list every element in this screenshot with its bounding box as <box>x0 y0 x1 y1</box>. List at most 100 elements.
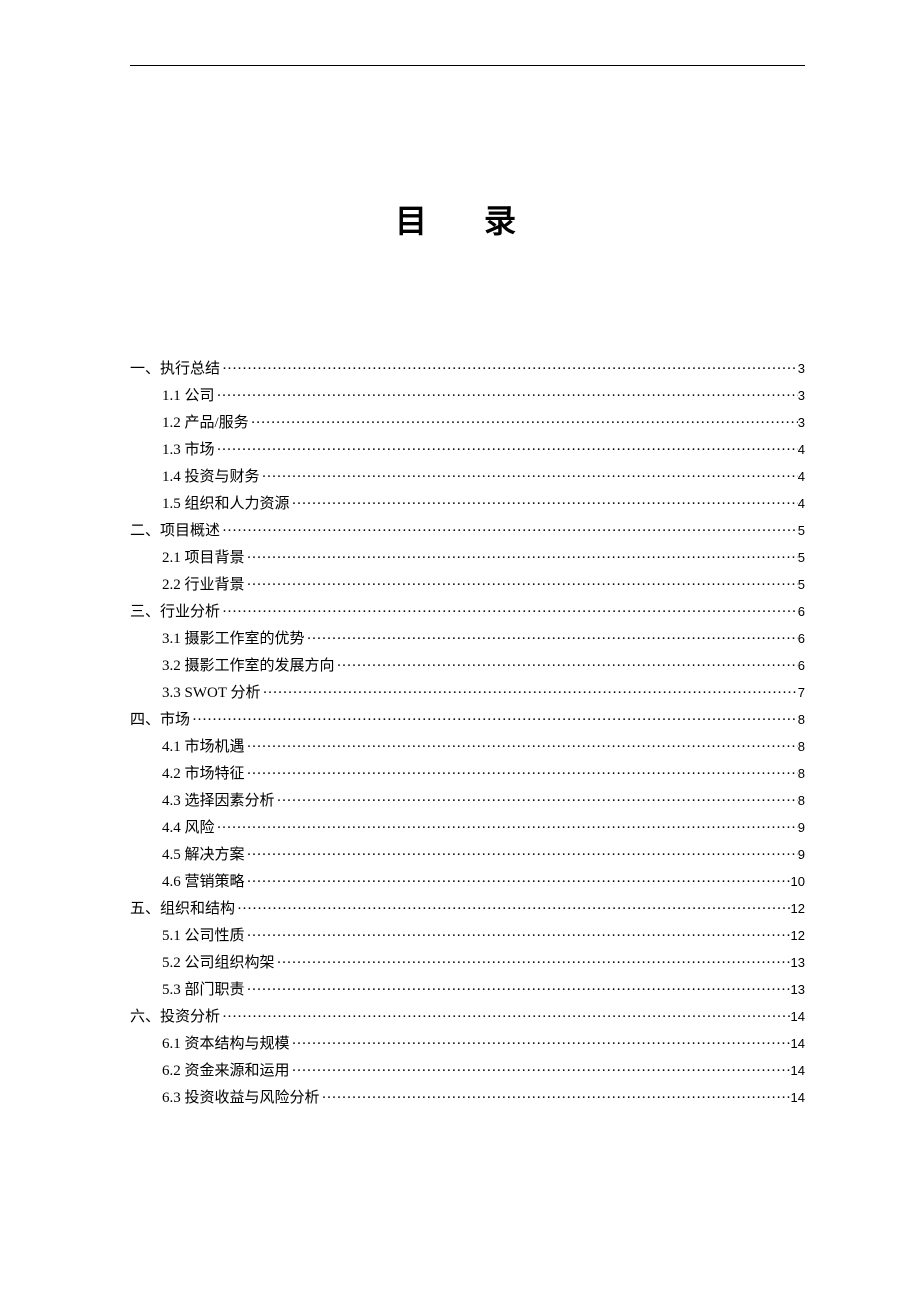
toc-entry: 4.5 解决方案 9 <box>130 843 805 867</box>
toc-label: 4.6 营销策略 <box>162 870 245 894</box>
toc-page-number: 4 <box>798 440 805 461</box>
toc-label: 3.2 摄影工作室的发展方向 <box>162 654 335 678</box>
toc-label: 2.1 项目背景 <box>162 546 245 570</box>
toc-label: 3.3 SWOT 分析 <box>162 681 260 705</box>
toc-label: 四、市场 <box>130 708 190 732</box>
toc-label: 一、执行总结 <box>130 357 220 381</box>
toc-leader-dots <box>220 600 798 624</box>
toc-leader-dots <box>190 708 798 732</box>
toc-leader-dots <box>220 519 798 543</box>
toc-leader-dots <box>290 1059 791 1083</box>
toc-entry: 4.1 市场机遇8 <box>130 735 805 759</box>
toc-entry: 二、项目概述 5 <box>130 519 805 543</box>
toc-label: 6.2 资金来源和运用 <box>162 1059 290 1083</box>
toc-page-number: 5 <box>798 575 805 596</box>
toc-page-number: 14 <box>791 1007 805 1028</box>
toc-page-number: 14 <box>791 1088 805 1109</box>
toc-entry: 6.1 资本结构与规模 14 <box>130 1032 805 1056</box>
toc-entry: 2.2 行业背景 5 <box>130 573 805 597</box>
toc-page-number: 4 <box>798 467 805 488</box>
toc-page-number: 5 <box>798 548 805 569</box>
header-rule <box>130 65 805 66</box>
toc-page-number: 14 <box>791 1061 805 1082</box>
toc-label: 5.3 部门职责 <box>162 978 245 1002</box>
toc-page-number: 7 <box>798 683 805 704</box>
toc-page-number: 8 <box>798 764 805 785</box>
toc-page-number: 12 <box>791 899 805 920</box>
toc-leader-dots <box>245 870 791 894</box>
toc-entry: 1.4 投资与财务4 <box>130 465 805 489</box>
toc-label: 1.2 产品/服务 <box>162 411 249 435</box>
toc-entry: 5.3 部门职责 13 <box>130 978 805 1002</box>
toc-entry: 五、组织和结构 12 <box>130 897 805 921</box>
toc-page-number: 3 <box>798 386 805 407</box>
toc-leader-dots <box>220 357 798 381</box>
toc-entry: 2.1 项目背景 5 <box>130 546 805 570</box>
toc-entry: 6.3 投资收益与风险分析 14 <box>130 1086 805 1110</box>
document-page: 目 录 一、执行总结31.1 公司31.2 产品/服务31.3 市场41.4 投… <box>0 0 920 1110</box>
toc-leader-dots <box>245 546 798 570</box>
toc-entry: 六、投资分析 14 <box>130 1005 805 1029</box>
toc-entry: 4.2 市场特征 8 <box>130 762 805 786</box>
toc-page-number: 14 <box>791 1034 805 1055</box>
table-of-contents: 一、执行总结31.1 公司31.2 产品/服务31.3 市场41.4 投资与财务… <box>130 357 805 1110</box>
toc-leader-dots <box>245 978 791 1002</box>
toc-leader-dots <box>290 1032 791 1056</box>
toc-page-number: 10 <box>791 872 805 893</box>
toc-entry: 1.3 市场4 <box>130 438 805 462</box>
toc-leader-dots <box>275 789 798 813</box>
toc-leader-dots <box>305 627 798 651</box>
toc-label: 6.3 投资收益与风险分析 <box>162 1086 320 1110</box>
toc-leader-dots <box>290 492 798 516</box>
toc-page-number: 6 <box>798 602 805 623</box>
toc-label: 4.2 市场特征 <box>162 762 245 786</box>
toc-page-number: 4 <box>798 494 805 515</box>
toc-page-number: 3 <box>798 359 805 380</box>
toc-label: 二、项目概述 <box>130 519 220 543</box>
toc-label: 2.2 行业背景 <box>162 573 245 597</box>
toc-page-number: 8 <box>798 710 805 731</box>
toc-label: 五、组织和结构 <box>130 897 235 921</box>
toc-entry: 1.2 产品/服务 3 <box>130 411 805 435</box>
toc-leader-dots <box>220 1005 791 1029</box>
toc-leader-dots <box>245 573 798 597</box>
toc-leader-dots <box>235 897 791 921</box>
page-title: 目 录 <box>130 196 805 242</box>
toc-label: 1.5 组织和人力资源 <box>162 492 290 516</box>
toc-leader-dots <box>215 438 798 462</box>
toc-page-number: 13 <box>791 953 805 974</box>
toc-leader-dots <box>335 654 798 678</box>
toc-leader-dots <box>320 1086 791 1110</box>
toc-entry: 四、市场 8 <box>130 708 805 732</box>
toc-leader-dots <box>215 816 798 840</box>
toc-label: 4.3 选择因素分析 <box>162 789 275 813</box>
toc-entry: 6.2 资金来源和运用 14 <box>130 1059 805 1083</box>
toc-entry: 3.1 摄影工作室的优势 6 <box>130 627 805 651</box>
toc-page-number: 3 <box>798 413 805 434</box>
toc-label: 6.1 资本结构与规模 <box>162 1032 290 1056</box>
toc-leader-dots <box>249 411 798 435</box>
toc-page-number: 6 <box>798 629 805 650</box>
toc-label: 4.5 解决方案 <box>162 843 245 867</box>
toc-entry: 4.4 风险9 <box>130 816 805 840</box>
toc-entry: 一、执行总结 3 <box>130 357 805 381</box>
toc-page-number: 8 <box>798 737 805 758</box>
toc-leader-dots <box>245 735 798 759</box>
toc-entry: 4.6 营销策略 10 <box>130 870 805 894</box>
toc-page-number: 9 <box>798 845 805 866</box>
toc-leader-dots <box>260 465 798 489</box>
toc-label: 3.1 摄影工作室的优势 <box>162 627 305 651</box>
toc-entry: 三、行业分析6 <box>130 600 805 624</box>
toc-leader-dots <box>260 681 797 705</box>
toc-entry: 4.3 选择因素分析 8 <box>130 789 805 813</box>
toc-label: 六、投资分析 <box>130 1005 220 1029</box>
toc-page-number: 8 <box>798 791 805 812</box>
toc-entry: 1.5 组织和人力资源 4 <box>130 492 805 516</box>
toc-label: 5.2 公司组织构架 <box>162 951 275 975</box>
toc-entry: 5.2 公司组织构架 13 <box>130 951 805 975</box>
toc-label: 4.4 风险 <box>162 816 215 840</box>
toc-page-number: 12 <box>791 926 805 947</box>
toc-leader-dots <box>275 951 791 975</box>
toc-page-number: 5 <box>798 521 805 542</box>
toc-page-number: 13 <box>791 980 805 1001</box>
